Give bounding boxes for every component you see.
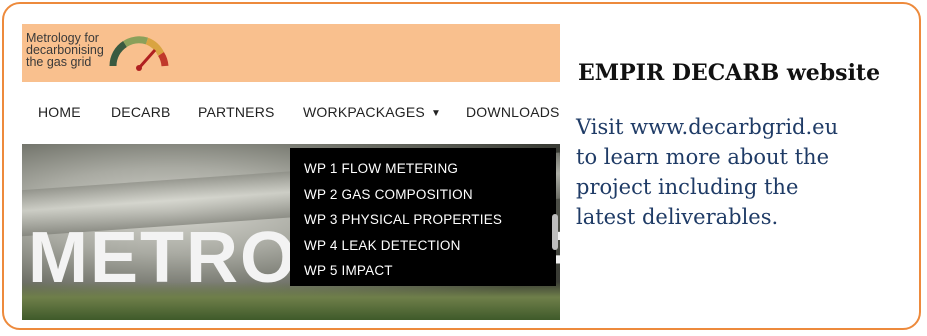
- description-line-3: project including the: [576, 175, 799, 199]
- description-line-4: latest deliverables.: [576, 205, 779, 229]
- nav-partners[interactable]: PARTNERS: [198, 104, 275, 120]
- nav-workpackages[interactable]: WORKPACKAGES ▼: [303, 104, 441, 120]
- nav-downloads[interactable]: DOWNLOADS: [466, 104, 560, 120]
- description-line-1: Visit www.decarbgrid.eu: [576, 115, 839, 139]
- dropdown-item-wp3[interactable]: WP 3 PHYSICAL PROPERTIES: [290, 207, 556, 233]
- dropdown-item-wp1[interactable]: WP 1 FLOW METERING: [290, 156, 556, 182]
- nav-decarb[interactable]: DECARB: [111, 104, 171, 120]
- dropdown-item-wp5[interactable]: WP 5 IMPACT: [290, 258, 556, 284]
- site-header: Metrology for decarbonising the gas grid: [22, 24, 560, 82]
- description-line-2: to learn more about the: [576, 145, 829, 169]
- website-screenshot: Metrology for decarbonising the gas grid…: [22, 24, 560, 320]
- caret-down-icon: ▼: [430, 108, 442, 119]
- logo-line-3: the gas grid: [26, 55, 92, 69]
- info-card: Metrology for decarbonising the gas grid…: [2, 2, 921, 330]
- site-logo[interactable]: Metrology for decarbonising the gas grid: [26, 32, 104, 69]
- nav-home[interactable]: HOME: [38, 104, 81, 120]
- gauge-icon: [109, 36, 169, 71]
- workpackages-dropdown: WP 1 FLOW METERING WP 2 GAS COMPOSITION …: [290, 148, 556, 286]
- scrollbar-handle[interactable]: [552, 214, 558, 250]
- card-title: EMPIR DECARB website: [578, 60, 881, 86]
- nav-workpackages-label: WORKPACKAGES: [303, 104, 425, 120]
- dropdown-item-wp4[interactable]: WP 4 LEAK DETECTION: [290, 233, 556, 259]
- dropdown-item-wp2[interactable]: WP 2 GAS COMPOSITION: [290, 182, 556, 208]
- site-nav: HOME DECARB PARTNERS WORKPACKAGES ▼ DOWNL…: [22, 82, 560, 144]
- card-description: Visit www.decarbgrid.eu to learn more ab…: [576, 112, 926, 232]
